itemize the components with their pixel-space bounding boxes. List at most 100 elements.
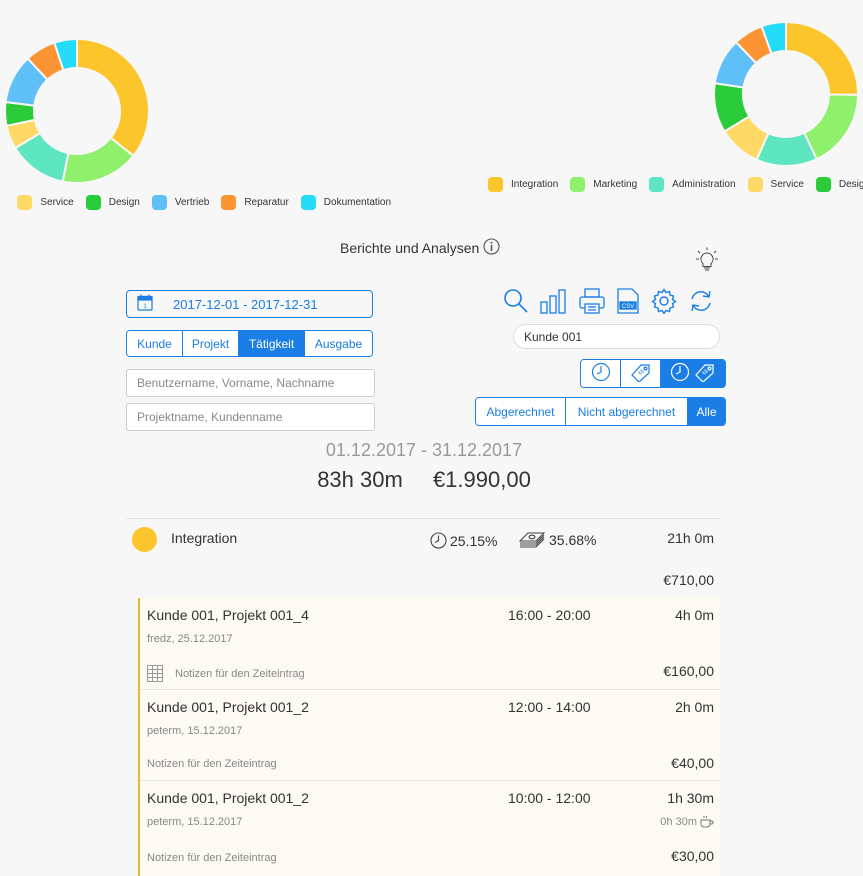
group-by-tabs: Kunde Projekt Tätigkeit Ausgabe [126,330,373,357]
legend-item: Administration [649,177,736,192]
legend-item: Dokumentation [300,195,392,210]
time-entry-row[interactable]: Kunde 001, Projekt 001_4 fredz, 25.12.20… [140,598,720,690]
entry-notes-text: Notizen für den Zeiteintrag [175,667,305,680]
legend-label: Reparatur [244,197,289,208]
price-tag-icon: €$ [694,362,716,385]
summary-totals: 83h 30m €1.990,00 [126,467,722,493]
entry-hours: 2h 0m [675,699,714,715]
legend-item: Vertrieb [151,195,209,210]
chart-legend-right: Integration Marketing Administration Ser… [488,177,863,192]
coffee-cup-icon [700,815,714,828]
legend-item: Service [17,195,74,210]
entry-user-date: peterm, 15.12.2017 [147,725,243,737]
svg-text:CSV: CSV [622,304,634,310]
legend-swatch [649,177,665,192]
legend-label: Design [838,179,863,190]
user-search-input[interactable]: Benutzername, Vorname, Nachname [126,369,375,397]
clock-icon [670,362,690,385]
project-search-input[interactable]: Projektname, Kundenname [126,403,375,431]
entry-amount: €40,00 [671,755,714,771]
total-hours: 83h 30m [317,467,403,492]
entry-title: Kunde 001, Projekt 001_2 [147,699,309,715]
entry-notes: Notizen für den Zeiteintrag [147,758,277,770]
entry-time-range: 16:00 - 20:00 [508,607,591,623]
billing-filter-tabs: Abgerechnet Nicht abgerechnet Alle [475,397,726,426]
time-only-toggle[interactable] [581,360,621,387]
tab-ausgabe[interactable]: Ausgabe [305,331,372,356]
legend-label: Dokumentation [323,197,392,208]
search-icon[interactable] [503,288,529,314]
tab-kunde[interactable]: Kunde [127,331,183,356]
page-title: Berichte und Analysen [340,238,500,258]
tab-nicht-abgerechnet[interactable]: Nicht abgerechnet [566,398,688,425]
print-icon[interactable] [579,288,605,314]
entry-time-range: 12:00 - 14:00 [508,699,591,715]
legend-item: Service [747,177,804,192]
entry-break-duration: 0h 30m [660,815,697,828]
entry-amount: €30,00 [671,848,714,864]
activity-group-row[interactable]: Integration 25.15% 35.68% 21h 0m €710,00 [126,518,720,599]
info-icon[interactable] [483,238,500,258]
tab-abgerechnet[interactable]: Abgerechnet [476,398,566,425]
legend-label: Administration [672,179,736,190]
entry-title: Kunde 001, Projekt 001_2 [147,790,309,806]
entry-hours: 4h 0m [675,607,714,623]
clock-icon [430,532,447,549]
customer-input[interactable]: Kunde 001 [513,324,720,349]
gear-icon[interactable] [651,288,677,314]
legend-swatch [570,177,586,192]
entry-notes: Notizen für den Zeiteintrag [147,665,305,682]
activity-color-dot [132,527,157,552]
tab-taetigkeit[interactable]: Tätigkeit [239,331,305,356]
entry-break: 0h 30m [660,815,714,828]
total-amount: €1.990,00 [432,467,531,492]
bar-chart-icon[interactable] [540,288,568,314]
time-percentage-value: 25.15% [450,532,498,549]
legend-label: Marketing [593,179,638,190]
expense-only-toggle[interactable]: €$ [621,360,661,387]
entry-user-date: fredz, 25.12.2017 [147,633,233,645]
attachment-icon[interactable] [147,665,163,682]
time-entry-row[interactable]: Kunde 001, Projekt 001_2 peterm, 15.12.2… [140,690,720,781]
legend-item: Integration [488,177,558,192]
money-percentage-value: 35.68% [549,532,597,548]
time-and-expense-toggle[interactable]: €$ [661,360,725,387]
entry-title: Kunde 001, Projekt 001_4 [147,607,309,623]
activity-hours: 21h 0m [667,530,714,546]
legend-swatch [300,195,316,210]
legend-swatch [221,195,237,210]
summary-period: 01.12.2017 - 31.12.2017 [325,440,523,460]
entry-amount: €160,00 [663,663,714,679]
calendar-icon: 1 [137,294,153,314]
refresh-icon[interactable] [688,288,714,314]
legend-label: Design [108,197,140,208]
tab-projekt[interactable]: Projekt [183,331,239,356]
money-stack-icon [519,532,545,548]
csv-export-icon[interactable]: CSV [616,288,640,314]
time-entry-row[interactable]: Kunde 001, Projekt 001_2 peterm, 15.12.2… [140,781,720,876]
donut-chart-left [4,37,150,184]
toolbar: CSV [503,288,725,314]
entry-type-toggle: €$ €$ [580,359,726,388]
tab-alle[interactable]: Alle [688,398,725,425]
activity-name: Integration [171,530,238,546]
legend-label: Integration [511,179,559,190]
donut-slice-integration[interactable] [76,37,150,158]
money-percentage: 35.68% [519,532,596,548]
page-title-text: Berichte und Analysen [340,240,480,256]
legend-item: Design [85,195,140,210]
legend-item: Reparatur [221,195,289,210]
legend-swatch [151,195,167,210]
donut-slice-integration[interactable] [785,20,859,96]
date-range-button[interactable]: 1 2017-12-01 - 2017-12-31 [126,290,373,318]
donut-chart-right [713,20,859,167]
entry-hours: 1h 30m [667,790,714,806]
lightbulb-icon[interactable] [696,247,718,278]
entry-user-date: peterm, 15.12.2017 [147,816,243,828]
legend-swatch [815,177,831,192]
legend-label: Service [770,179,804,190]
svg-text:1: 1 [143,304,147,310]
clock-icon [591,362,611,385]
entry-time-range: 10:00 - 12:00 [508,790,591,806]
legend-label: Service [40,197,74,208]
